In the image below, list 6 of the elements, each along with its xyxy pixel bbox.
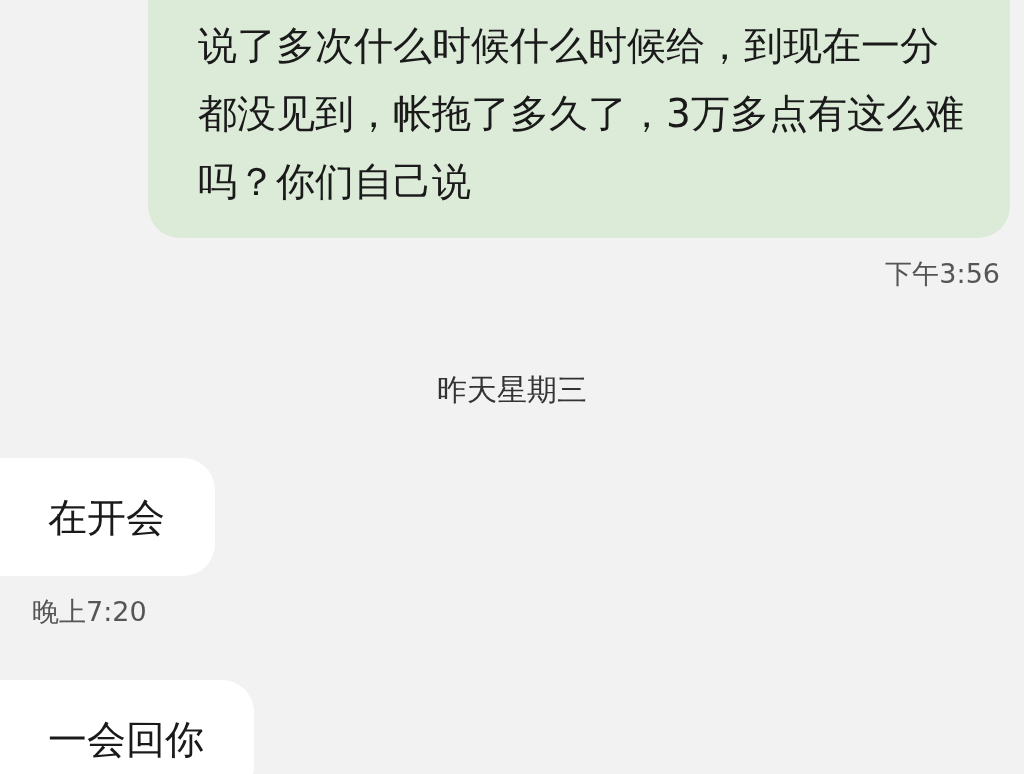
message-bubble: 说了多次什么时候什么时候给，到现在一分都没见到，帐拖了多久了，3万多点有这么难吗？你们自己说 xyxy=(148,0,1010,238)
message-bubble: 一会回你 xyxy=(0,680,254,774)
message-time: 下午3:56 xyxy=(885,257,1000,291)
message-bubble: 在开会 xyxy=(0,457,215,576)
date-separator: 昨天星期三 xyxy=(437,370,587,409)
message-time: 晚上7:20 xyxy=(32,595,147,627)
